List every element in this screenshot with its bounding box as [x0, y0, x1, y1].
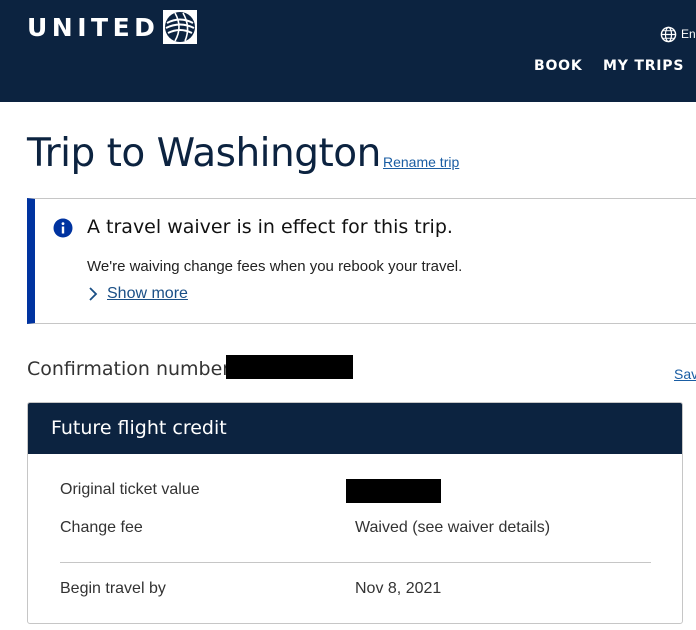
redacted-confirmation-number [226, 355, 353, 379]
save-link[interactable]: Sav [674, 366, 696, 382]
language-label: En [681, 27, 696, 41]
info-icon [53, 218, 73, 238]
future-flight-credit-card: Future flight credit Original ticket val… [27, 402, 683, 624]
waiver-description: We're waiving change fees when you reboo… [87, 258, 463, 275]
change-fee-value: Waived (see waiver details) [355, 519, 551, 536]
show-more-toggle[interactable]: Show more [87, 285, 188, 303]
nav-book[interactable]: BOOK [534, 58, 583, 74]
redacted-ticket-value [346, 479, 441, 503]
language-selector[interactable]: En [660, 25, 696, 43]
show-more-label: Show more [107, 285, 188, 302]
waiver-heading: A travel waiver is in effect for this tr… [87, 216, 453, 238]
card-title: Future flight credit [51, 417, 227, 439]
travel-waiver-alert: A travel waiver is in effect for this tr… [27, 198, 696, 324]
top-navigation-bar: UNITED En BOOK MY TRIPS [0, 0, 696, 102]
united-logo[interactable]: UNITED [27, 10, 198, 44]
brand-wordmark: UNITED [27, 12, 160, 42]
original-ticket-value-label: Original ticket value [60, 481, 200, 498]
nav-my-trips[interactable]: MY TRIPS [603, 58, 684, 74]
divider [60, 562, 651, 563]
rename-trip-link[interactable]: Rename trip [383, 154, 459, 170]
globe-icon [660, 26, 677, 42]
globe-logo-icon [163, 10, 198, 44]
card-header: Future flight credit [28, 403, 682, 454]
change-fee-label: Change fee [60, 519, 143, 536]
begin-travel-by-label: Begin travel by [60, 580, 166, 597]
chevron-right-icon [89, 287, 98, 301]
page-title: Trip to Washington [27, 131, 381, 176]
confirmation-number-label: Confirmation number: [27, 358, 237, 380]
begin-travel-by-value: Nov 8, 2021 [355, 580, 442, 597]
